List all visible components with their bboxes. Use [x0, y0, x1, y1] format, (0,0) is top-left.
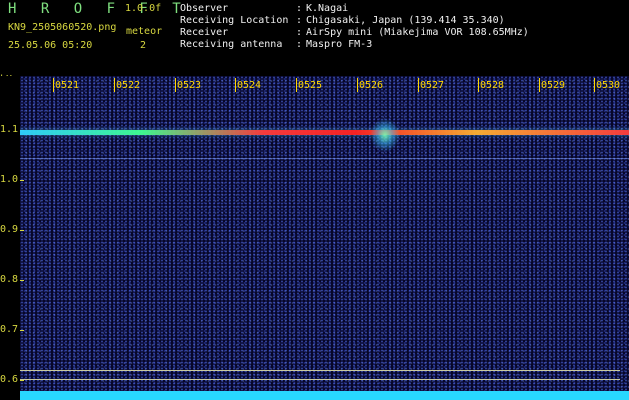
y-tick-label: 0.7	[0, 324, 19, 335]
y-tick-mark	[20, 380, 24, 381]
faint-signal-line	[20, 158, 629, 159]
meta-separator: :	[296, 27, 303, 38]
x-tick-mark	[478, 78, 479, 92]
x-tick-mark	[594, 78, 595, 92]
y-tick-label: 1.1	[0, 124, 19, 135]
x-tick-label: 0523	[177, 80, 202, 91]
y-tick-label: 0.8	[0, 274, 19, 285]
meta-separator: :	[296, 39, 303, 50]
noise-band	[20, 391, 629, 400]
y-tick-mark	[20, 180, 24, 181]
x-tick-mark	[539, 78, 540, 92]
meta-label-observer: Observer	[180, 3, 229, 14]
y-tick-label: 0.6	[0, 374, 19, 385]
timestamp-label: 25.05.06 05:20	[8, 40, 93, 51]
x-tick-label: 0524	[237, 80, 262, 91]
meta-value-receiver: AirSpy mini (Miakejima VOR 108.65MHz)	[306, 27, 529, 38]
x-tick-mark	[296, 78, 297, 92]
y-tick-mark	[20, 230, 24, 231]
carrier-signal-line	[20, 130, 629, 135]
x-tick-mark	[418, 78, 419, 92]
y-tick-label: 1.0	[0, 174, 19, 185]
y-tick-mark	[20, 330, 24, 331]
x-tick-label: 0525	[298, 80, 323, 91]
mode-value: 2	[140, 40, 147, 51]
y-tick-mark	[20, 280, 24, 281]
x-tick-mark	[235, 78, 236, 92]
reference-line	[20, 379, 620, 380]
x-tick-mark	[175, 78, 176, 92]
reference-line	[20, 370, 620, 371]
x-tick-mark	[357, 78, 358, 92]
spectrogram	[20, 76, 629, 400]
y-axis: 1.1 1.0 0.9 0.8 0.7 0.6	[0, 76, 20, 400]
filename-label: KN9_2505060520.png	[8, 22, 117, 33]
x-tick-label: 0528	[480, 80, 505, 91]
meta-separator: :	[296, 15, 303, 26]
meta-label-location: Receiving Location	[180, 15, 289, 26]
x-tick-label: 0529	[541, 80, 566, 91]
x-tick-label: 0527	[420, 80, 445, 91]
x-tick-label: 0521	[55, 80, 80, 91]
x-tick-mark	[114, 78, 115, 92]
meta-value-observer: K.Nagai	[306, 3, 349, 14]
header: H R O F F T 1.0.0f KN9_2505060520.png me…	[0, 0, 629, 74]
x-tick-mark	[53, 78, 54, 92]
meta-value-antenna: Maspro FM-3	[306, 39, 373, 50]
meta-label-receiver: Receiver	[180, 27, 229, 38]
x-tick-label: 0530	[596, 80, 621, 91]
version-label: 1.0.0f	[125, 3, 162, 14]
meta-separator: :	[296, 3, 303, 14]
meta-label-antenna: Receiving antenna	[180, 39, 283, 50]
x-tick-label: 0522	[116, 80, 141, 91]
mode-label: meteor	[126, 26, 163, 37]
meta-value-location: Chigasaki, Japan (139.414 35.340)	[306, 15, 505, 26]
meteor-echo	[370, 118, 400, 152]
x-tick-label: 0526	[359, 80, 384, 91]
app-brand: H R O F F T	[8, 1, 189, 17]
y-tick-label: 0.9	[0, 224, 19, 235]
